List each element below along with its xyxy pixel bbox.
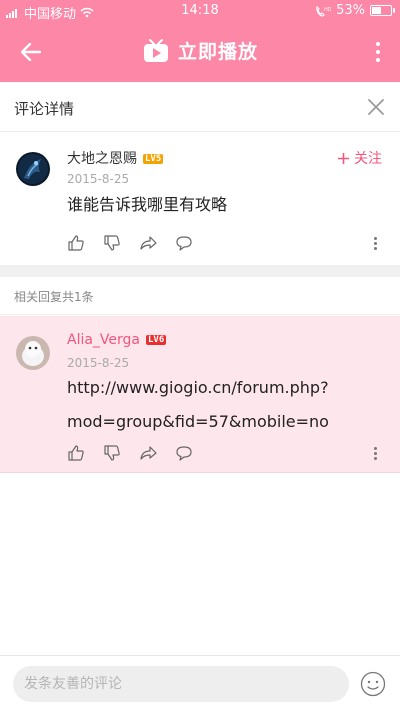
status-bar: 中国移动 14:18 HD 53% (0, 0, 400, 22)
close-icon[interactable] (364, 95, 388, 119)
comment-input[interactable] (13, 666, 349, 702)
reply-text: http://www.giogio.cn/forum.php? mod=grou… (67, 374, 329, 435)
battery-icon (370, 5, 395, 16)
comment-compose-bar (0, 655, 400, 711)
share-icon[interactable] (139, 444, 157, 462)
level-badge: LV5 (143, 154, 164, 164)
related-count-label: 相关回复共1条 (14, 290, 94, 304)
reply-more-button[interactable] (374, 447, 378, 460)
related-replies-header: 相关回复共1条 (0, 277, 400, 315)
comment-text: 谁能告诉我哪里有攻略 (67, 195, 228, 214)
like-icon[interactable] (67, 234, 85, 252)
reply-icon[interactable] (175, 234, 193, 252)
reply-username[interactable]: Alia_Verga LV6 (67, 332, 167, 348)
reply-date: 2015-8-25 (67, 356, 130, 370)
dislike-icon[interactable] (103, 444, 121, 462)
avatar[interactable] (16, 152, 50, 186)
app-bar-title: 立即播放 (177, 41, 258, 63)
dislike-icon[interactable] (103, 234, 121, 252)
app-bar: 立即播放 (0, 22, 400, 82)
reply-icon[interactable] (175, 444, 193, 462)
battery-percent: 53% (336, 3, 365, 18)
comment-date: 2015-8-25 (67, 172, 130, 186)
play-now-button[interactable]: 立即播放 (0, 37, 400, 64)
avatar[interactable] (16, 336, 50, 370)
emoji-icon[interactable] (360, 671, 386, 697)
like-icon[interactable] (67, 444, 85, 462)
more-menu-button[interactable] (370, 38, 386, 66)
comment-detail-header: 评论详情 (0, 82, 400, 132)
tv-play-icon (143, 38, 168, 62)
hd-call-icon: HD (316, 5, 331, 17)
comment-more-button[interactable] (374, 237, 378, 250)
level-badge: LV6 (146, 335, 167, 345)
page-title: 评论详情 (14, 100, 75, 118)
reply-text-line: mod=group&fid=57&mobile=no (67, 412, 329, 431)
follow-button[interactable]: 关注 (337, 148, 382, 168)
plus-icon (338, 152, 349, 164)
divider (0, 265, 400, 277)
reply-comment: Alia_Verga LV6 2015-8-25 http://www.giogi… (0, 316, 400, 473)
comment-username[interactable]: 大地之恩赐 LV5 (67, 148, 164, 168)
main-comment: 大地之恩赐 LV5 关注 2015-8-25 谁能告诉我哪里有攻略 (0, 132, 400, 265)
reply-text-line: http://www.giogio.cn/forum.php? (67, 378, 329, 397)
share-icon[interactable] (139, 234, 157, 252)
svg-text:HD: HD (324, 7, 331, 13)
